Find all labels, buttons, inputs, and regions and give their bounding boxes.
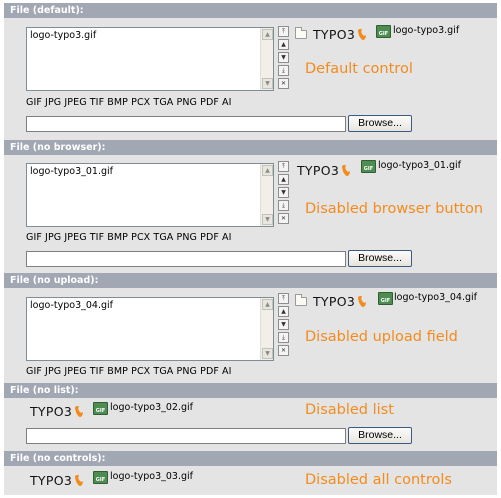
move-bottom-icon[interactable]: ⤓	[278, 200, 289, 211]
list-controls: ⤒ ▲ ▼ ⤓ ✕	[278, 161, 289, 226]
thumbnail-filename: logo-typo3_02.gif	[110, 402, 194, 413]
typo3-flame-icon	[358, 29, 367, 40]
folder-browse-icon[interactable]	[295, 294, 307, 306]
folder-browse-icon[interactable]	[295, 27, 307, 39]
section-header: File (no list):	[4, 383, 497, 398]
browse-button[interactable]: Browse...	[348, 115, 412, 132]
typo3-logo-text: TYPO3	[313, 27, 356, 42]
section-file-no-list: File (no list): TYPO3 GIF logo-typo3_02.…	[4, 383, 497, 451]
gif-file-icon: GIF	[376, 25, 391, 38]
list-scrollbar[interactable]: ▲ ▼	[260, 28, 273, 90]
caption: Default control	[305, 61, 413, 77]
move-down-icon[interactable]: ▼	[278, 319, 289, 330]
section-header: File (no browser):	[4, 140, 497, 155]
list-item[interactable]: logo-typo3_01.gif	[30, 166, 113, 177]
move-down-icon[interactable]: ▼	[278, 187, 289, 198]
section-file-default: File (default): logo-typo3.gif ▲ ▼ ⤒ ▲ ▼…	[4, 3, 497, 140]
list-scrollbar[interactable]: ▲ ▼	[260, 164, 273, 226]
typo3-logo-text: TYPO3	[313, 294, 356, 309]
move-up-icon[interactable]: ▲	[278, 306, 289, 317]
remove-icon[interactable]: ✕	[278, 78, 289, 89]
file-list[interactable]: logo-typo3_04.gif ▲ ▼	[26, 297, 274, 361]
typo3-logo-text: TYPO3	[30, 404, 73, 419]
section-file-no-browser: File (no browser): logo-typo3_01.gif ▲ ▼…	[4, 140, 497, 273]
section-header: File (no controls):	[4, 451, 497, 466]
browse-button[interactable]: Browse...	[348, 427, 412, 444]
list-scrollbar[interactable]: ▲ ▼	[260, 298, 273, 360]
file-list[interactable]: logo-typo3.gif ▲ ▼	[26, 27, 274, 91]
typo3-logo: TYPO3	[30, 473, 84, 489]
thumbnail-filename: logo-typo3_01.gif	[378, 160, 462, 171]
section-header: File (default):	[4, 3, 497, 18]
list-controls: ⤒ ▲ ▼ ⤓ ✕	[278, 26, 289, 91]
scroll-up-icon[interactable]: ▲	[262, 165, 273, 176]
scroll-up-icon[interactable]: ▲	[262, 29, 273, 40]
list-controls: ⤒ ▲ ▼ ⤓ ✕	[278, 293, 289, 358]
move-up-icon[interactable]: ▲	[278, 39, 289, 50]
caption: Disabled browser button	[305, 201, 484, 217]
section-file-no-upload: File (no upload): logo-typo3_04.gif ▲ ▼ …	[4, 273, 497, 383]
list-item[interactable]: logo-typo3.gif	[30, 30, 96, 41]
move-top-icon[interactable]: ⤒	[278, 26, 289, 37]
gif-file-icon: GIF	[93, 402, 108, 415]
upload-file-input[interactable]	[26, 428, 346, 444]
move-top-icon[interactable]: ⤒	[278, 161, 289, 172]
list-item[interactable]: logo-typo3_04.gif	[30, 300, 113, 311]
scroll-down-icon[interactable]: ▼	[262, 214, 273, 225]
allowed-extensions: GIF JPG JPEG TIF BMP PCX TGA PNG PDF AI	[26, 97, 232, 108]
section-file-no-controls: File (no controls): TYPO3 GIF logo-typo3…	[4, 451, 497, 495]
remove-icon[interactable]: ✕	[278, 213, 289, 224]
section-header: File (no upload):	[4, 273, 497, 288]
move-bottom-icon[interactable]: ⤓	[278, 65, 289, 76]
browse-button[interactable]: Browse...	[348, 250, 412, 267]
allowed-extensions: GIF JPG JPEG TIF BMP PCX TGA PNG PDF AI	[26, 232, 232, 243]
upload-file-input[interactable]	[26, 251, 346, 267]
gif-file-icon: GIF	[93, 471, 108, 484]
caption: Disabled upload field	[305, 329, 458, 345]
caption: Disabled all controls	[305, 472, 452, 488]
file-list[interactable]: logo-typo3_01.gif ▲ ▼	[26, 163, 274, 227]
scroll-down-icon[interactable]: ▼	[262, 348, 273, 359]
thumbnail-filename: logo-typo3_03.gif	[110, 471, 194, 482]
typo3-logo: TYPO3	[297, 163, 351, 179]
thumbnail-filename: logo-typo3_04.gif	[394, 292, 478, 303]
caption: Disabled list	[305, 402, 394, 418]
typo3-flame-icon	[75, 475, 84, 486]
scroll-up-icon[interactable]: ▲	[262, 299, 273, 310]
thumbnail-filename: logo-typo3.gif	[393, 25, 460, 36]
upload-file-input[interactable]	[26, 116, 346, 132]
move-up-icon[interactable]: ▲	[278, 174, 289, 185]
move-bottom-icon[interactable]: ⤓	[278, 332, 289, 343]
remove-icon[interactable]: ✕	[278, 345, 289, 356]
move-top-icon[interactable]: ⤒	[278, 293, 289, 304]
typo3-flame-icon	[342, 165, 351, 176]
typo3-flame-icon	[75, 406, 84, 417]
scroll-down-icon[interactable]: ▼	[262, 78, 273, 89]
allowed-extensions: GIF JPG JPEG TIF BMP PCX TGA PNG PDF AI	[26, 366, 232, 377]
gif-file-icon: GIF	[378, 292, 393, 305]
typo3-logo-text: TYPO3	[30, 473, 73, 488]
typo3-logo: TYPO3	[313, 27, 367, 43]
gif-file-icon: GIF	[361, 160, 376, 173]
typo3-logo: TYPO3	[313, 294, 367, 310]
move-down-icon[interactable]: ▼	[278, 52, 289, 63]
typo3-logo: TYPO3	[30, 404, 84, 420]
typo3-logo-text: TYPO3	[297, 163, 340, 178]
typo3-flame-icon	[358, 296, 367, 307]
